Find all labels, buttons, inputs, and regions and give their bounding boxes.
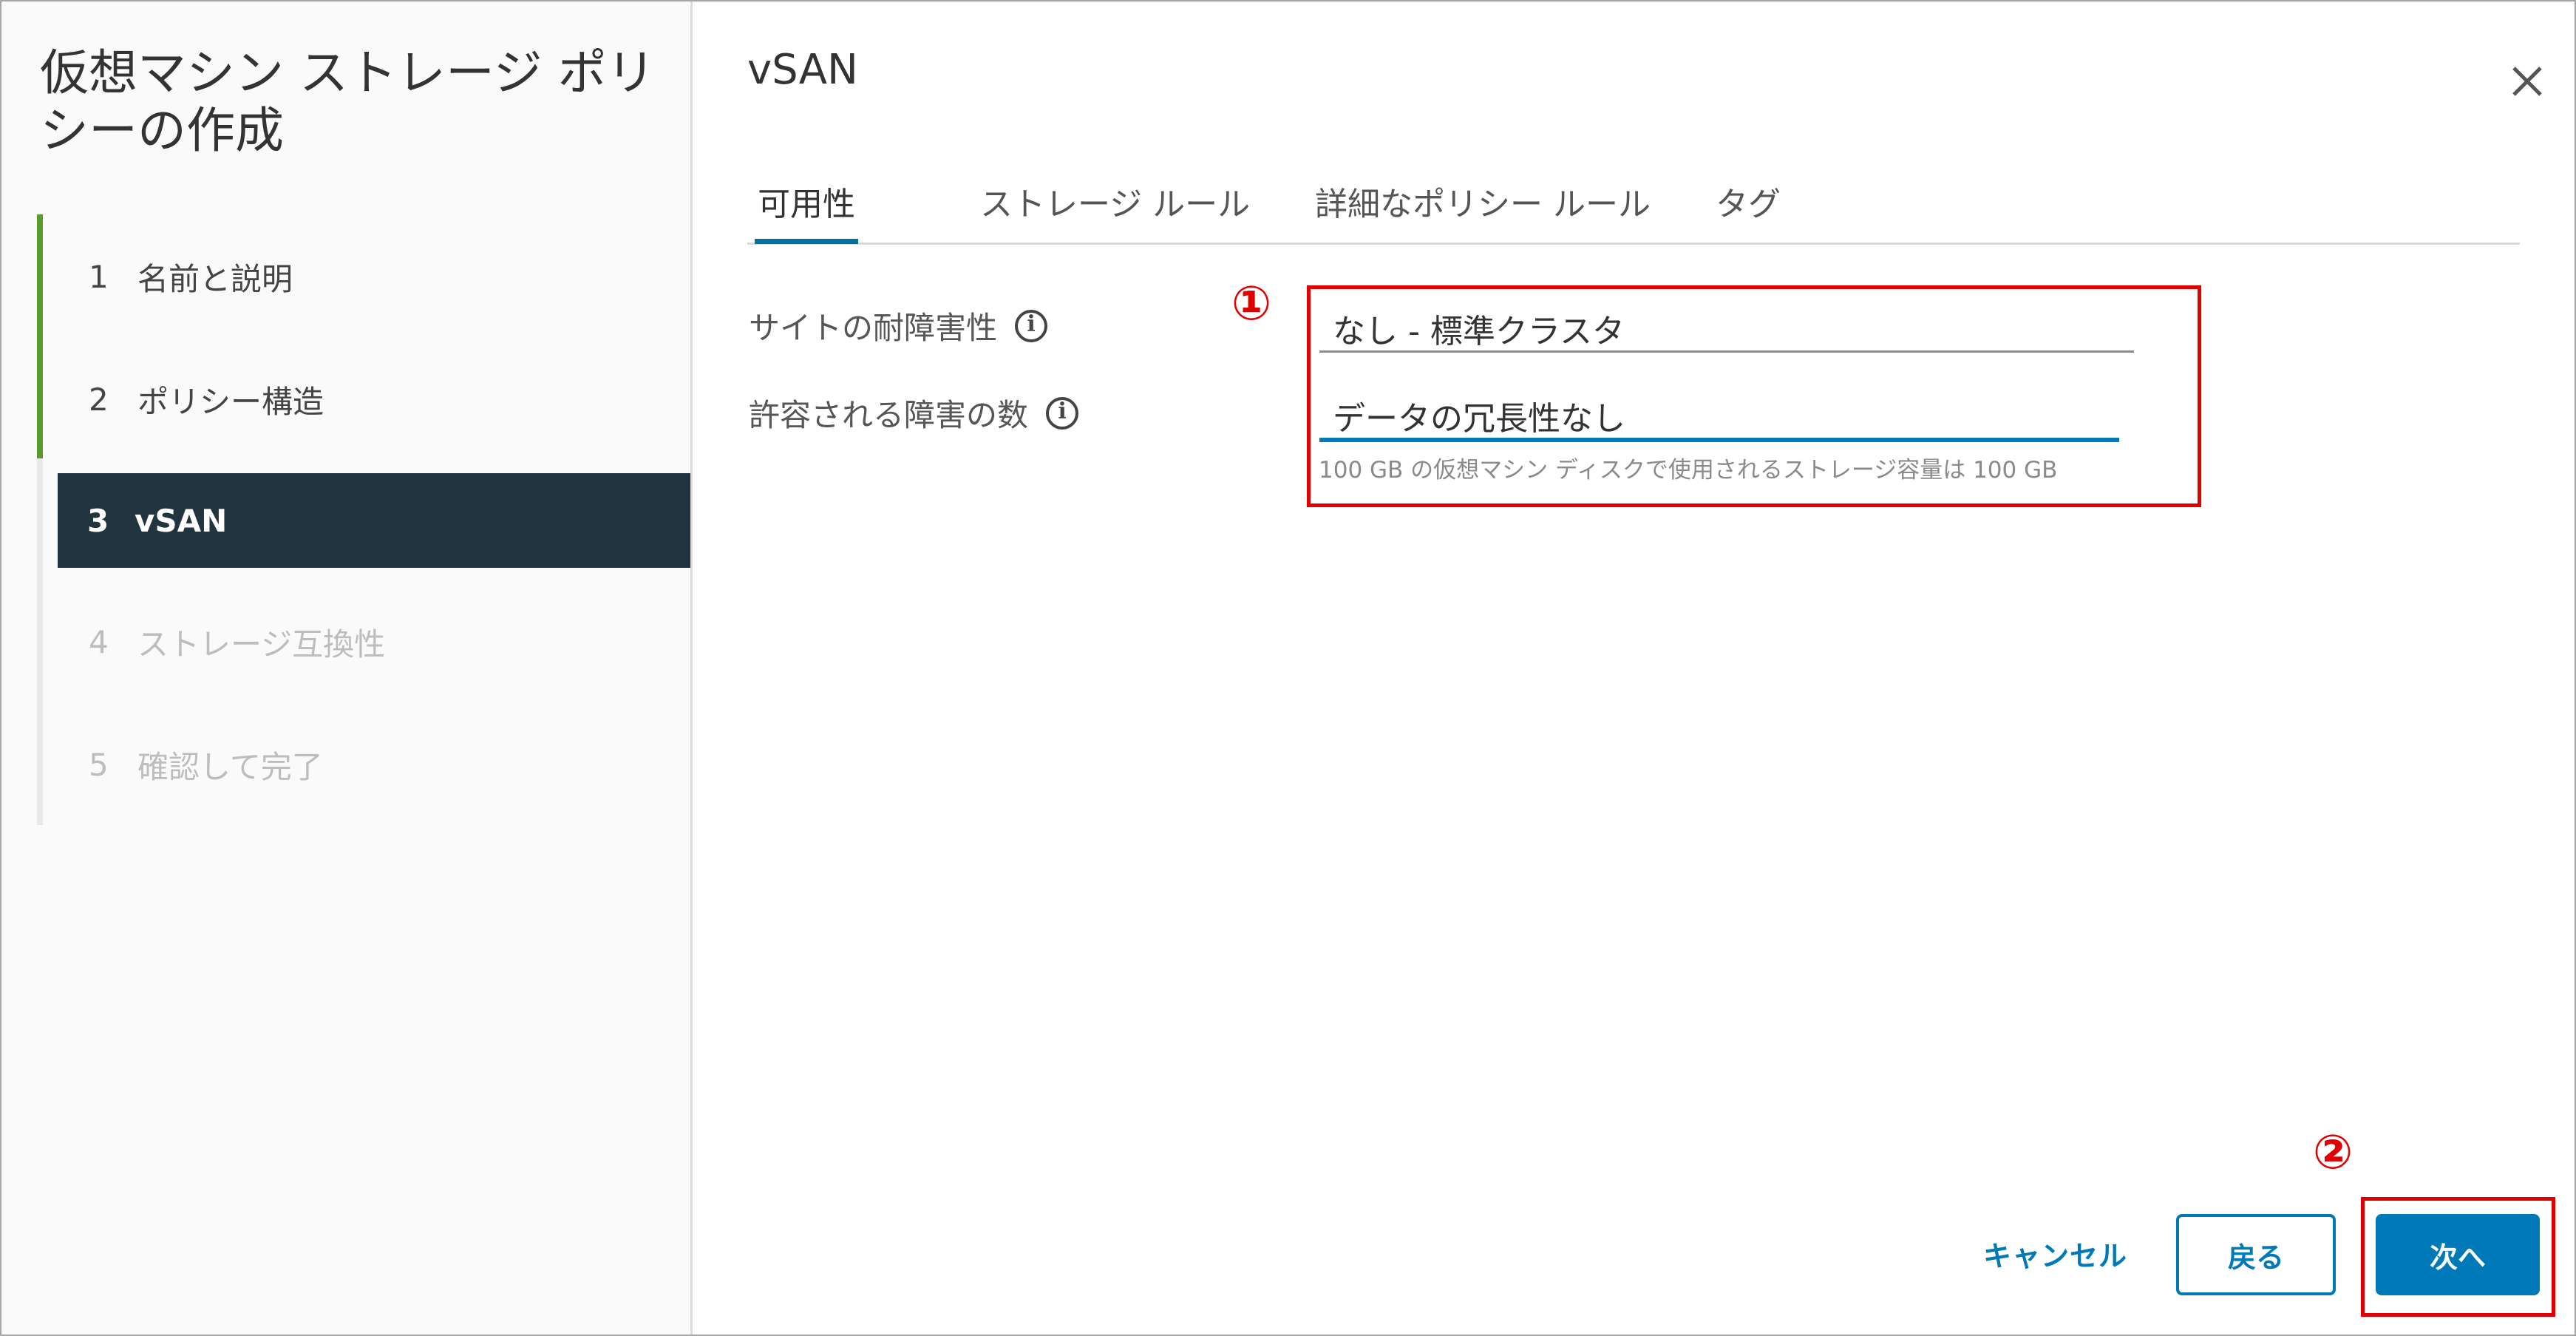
annotation-highlight-1 xyxy=(1307,285,2201,507)
wizard-title: 仮想マシン ストレージ ポリシーの作成 xyxy=(40,44,656,159)
wizard-step-policy-structure[interactable]: 2 ポリシー構造 xyxy=(37,352,324,447)
tab-advanced-policy-rules[interactable]: 詳細なポリシー ルール xyxy=(1315,176,1651,240)
annotation-mark-1: ① xyxy=(1231,277,1272,331)
step-number: 4 xyxy=(89,623,109,660)
wizard-content: vSAN 可用性 ストレージ ルール 詳細なポリシー ルール タグ サイトの耐障… xyxy=(693,1,2575,1335)
wizard-sidebar: 仮想マシン ストレージ ポリシーの作成 1 名前と説明 2 ポリシー構造 3 v… xyxy=(1,1,693,1335)
step-number: 3 xyxy=(87,502,109,539)
site-fault-tolerance-label: サイトの耐障害性 xyxy=(749,303,1048,348)
step-number: 2 xyxy=(89,381,109,418)
wizard-step-vsan[interactable]: 3 vSAN xyxy=(58,473,690,568)
tab-tags[interactable]: タグ xyxy=(1716,176,1781,240)
annotation-highlight-2 xyxy=(2361,1197,2555,1317)
cancel-button[interactable]: キャンセル xyxy=(1983,1233,2127,1274)
step-label: vSAN xyxy=(135,502,228,539)
tab-bar: 可用性 ストレージ ルール 詳細なポリシー ルール タグ xyxy=(747,176,2520,245)
step-label: 名前と説明 xyxy=(137,260,293,297)
info-icon[interactable] xyxy=(1015,309,1048,342)
back-button[interactable]: 戻る xyxy=(2176,1214,2336,1295)
step-number: 5 xyxy=(89,746,109,783)
wizard-steps: 1 名前と説明 2 ポリシー構造 3 vSAN 4 ストレージ互換性 5 確認し… xyxy=(37,214,690,825)
step-number: 1 xyxy=(89,258,109,295)
tab-storage-rules[interactable]: ストレージ ルール xyxy=(980,176,1250,240)
step-label: ストレージ互換性 xyxy=(137,625,386,662)
wizard-step-review-finish: 5 確認して完了 xyxy=(37,717,323,812)
page-title: vSAN xyxy=(747,46,858,94)
failures-to-tolerate-text: 許容される障害の数 xyxy=(749,397,1029,433)
step-label: 確認して完了 xyxy=(137,748,323,785)
tab-availability[interactable]: 可用性 xyxy=(755,176,858,244)
wizard-step-storage-compatibility: 4 ストレージ互換性 xyxy=(37,594,385,689)
site-fault-tolerance-text: サイトの耐障害性 xyxy=(749,310,998,346)
wizard-step-name-description[interactable]: 1 名前と説明 xyxy=(37,229,293,324)
step-label: ポリシー構造 xyxy=(137,383,324,420)
close-icon[interactable] xyxy=(2505,59,2549,104)
annotation-mark-2: ② xyxy=(2313,1125,2354,1180)
failures-to-tolerate-label: 許容される障害の数 xyxy=(749,390,1079,435)
info-icon[interactable] xyxy=(1046,396,1079,430)
